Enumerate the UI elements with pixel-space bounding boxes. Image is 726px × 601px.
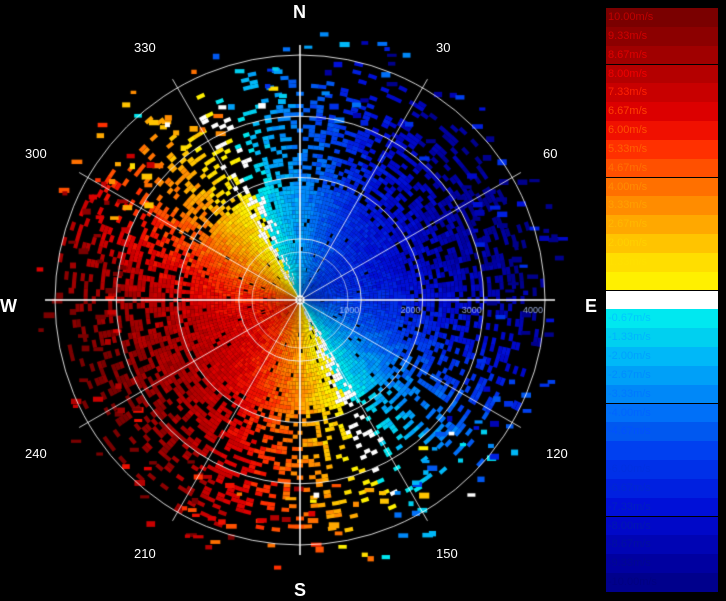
colorbar-label: -7.33m/s [608,500,651,513]
colorbar-label: 8.00m/s [608,67,648,80]
colorbar-row: -10.00m/s [604,573,722,592]
azimuth-label-60: 60 [543,146,558,161]
colorbar-label: 0.00m/s [608,293,648,306]
colorbar-row: 4.00m/s [604,177,722,197]
colorbar-label: 1.33m/s [608,255,648,268]
compass-north-label: N [293,2,306,22]
colorbar-row: 0.00m/s [604,290,722,310]
velocity-colorbar-legend: 10.00m/s 9.33m/s 8.67m/s 8.00m/s 7.33m/s 6.67… [604,8,722,592]
colorbar-label: -10.00m/s [608,576,657,589]
colorbar-row: 9.33m/s [604,26,722,46]
colorbar-label: -2.67m/s [608,368,651,381]
colorbar-row: 1.33m/s [604,252,722,272]
colorbar-label: -2.00m/s [608,350,651,363]
colorbar-label: 7.33m/s [608,86,648,99]
azimuth-label-300: 300 [25,146,47,161]
azimuth-label-150: 150 [436,546,458,561]
colorbar-label: 10.00m/s [608,11,654,23]
azimuth-label-30: 30 [436,40,451,55]
colorbar-label: 4.00m/s [608,180,648,193]
colorbar-label: 2.00m/s [608,237,648,250]
colorbar-label: 8.67m/s [608,48,648,61]
colorbar-label: -8.00m/s [608,519,651,532]
colorbar-row: 0.67m/s [604,271,722,291]
radial-velocity-ppi-plot [0,0,600,600]
colorbar-row: 2.67m/s [604,215,722,234]
colorbar-row: 10.00m/s [604,8,722,27]
colorbar-label: -6.00m/s [608,463,651,476]
colorbar-label: -0.67m/s [608,312,651,325]
colorbar-row: 8.00m/s [604,64,722,84]
compass-west-label: W [0,296,17,316]
colorbar-label: 9.33m/s [608,29,648,42]
colorbar-row: 6.00m/s [604,121,722,140]
colorbar-label: -8.67m/s [608,538,651,551]
colorbar-row: -2.67m/s [604,365,722,385]
colorbar-row: -0.67m/s [604,309,722,329]
colorbar-row: -7.33m/s [604,497,722,517]
colorbar-row: -9.33m/s [604,554,722,573]
colorbar-row: -3.33m/s [604,384,722,404]
colorbar-label: 5.33m/s [608,142,648,155]
compass-south-label: S [294,580,307,600]
azimuth-label-210: 210 [134,546,156,561]
colorbar-label: -6.67m/s [608,481,651,494]
colorbar-row: -4.67m/s [604,422,722,442]
colorbar-label: 2.67m/s [608,218,648,231]
colorbar-row: 2.00m/s [604,234,722,253]
colorbar-row: 8.67m/s [604,45,722,65]
azimuth-label-120: 120 [546,446,568,461]
colorbar-row: -6.67m/s [604,478,722,498]
colorbar-row: -4.00m/s [604,403,722,423]
colorbar-label: 4.67m/s [608,161,648,174]
colorbar-label: 3.33m/s [608,199,648,212]
colorbar-label: 6.67m/s [608,105,648,118]
colorbar-label: -5.33m/s [608,444,651,457]
azimuth-label-330: 330 [134,40,156,55]
colorbar-row: 4.67m/s [604,158,722,178]
colorbar-row: 6.67m/s [604,102,722,121]
colorbar-row: -2.00m/s [604,347,722,366]
colorbar-label: -1.33m/s [608,331,651,344]
colorbar-row: -6.00m/s [604,460,722,479]
colorbar-row: -8.00m/s [604,516,722,536]
colorbar-label: 0.67m/s [608,274,648,287]
colorbar-row: -8.67m/s [604,535,722,555]
colorbar-label: -3.33m/s [608,387,651,400]
compass-east-label: E [585,296,598,316]
colorbar-label: -4.67m/s [608,425,651,438]
colorbar-row: 5.33m/s [604,139,722,159]
colorbar-label: -4.00m/s [608,406,651,419]
colorbar-row: 7.33m/s [604,83,722,103]
colorbar-row: 3.33m/s [604,196,722,216]
colorbar-row: -5.33m/s [604,441,722,460]
colorbar-label: -9.33m/s [608,557,651,570]
colorbar-row: -1.33m/s [604,328,722,347]
azimuth-label-240: 240 [25,446,47,461]
colorbar-label: 6.00m/s [608,124,648,137]
